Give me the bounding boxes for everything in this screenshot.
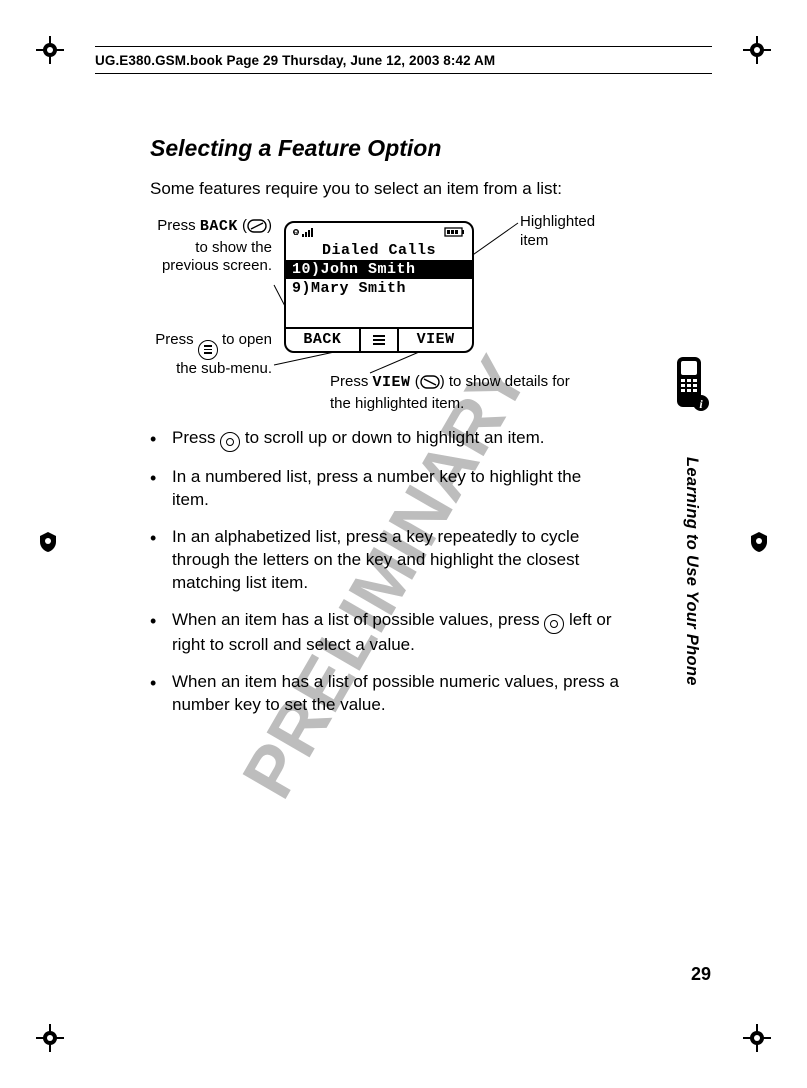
bullet-list: Press to scroll up or down to highlight … [150,427,620,717]
crop-mark-icon [743,36,771,64]
softkey-menu [361,329,399,351]
chapter-title: Learning to Use Your Phone [679,457,701,857]
svg-text:R: R [293,230,298,237]
section-title: Selecting a Feature Option [150,135,620,162]
book-info: UG.E380.GSM.book Page 29 Thursday, June … [95,53,495,68]
list-item: In an alphabetized list, press a key rep… [150,526,620,595]
list-item: When an item has a list of possible valu… [150,609,620,657]
registration-shield-icon [747,530,771,554]
list-item: When an item has a list of possible nume… [150,671,620,717]
crop-mark-icon [36,36,64,64]
list-item: In a numbered list, press a number key t… [150,466,620,512]
section-intro: Some features require you to select an i… [150,178,620,201]
menu-key-icon [198,340,218,360]
registration-shield-icon [36,530,60,554]
callout-view: Press VIEW () to show details for the hi… [330,373,590,414]
page-number: 29 [691,964,711,985]
softkey-view: VIEW [399,329,472,351]
softkey-back: BACK [286,329,361,351]
phone-icon: i [671,355,711,413]
crop-mark-icon [36,1024,64,1052]
content-area: Selecting a Feature Option Some features… [150,135,620,730]
page-header: UG.E380.GSM.book Page 29 Thursday, June … [95,46,712,74]
sidebar: i Learning to Use Your Phone 29 [669,355,711,985]
nav-key-icon [544,614,564,634]
callout-back: Press BACK () to show the previous scree… [152,217,272,276]
callout-highlighted: Highlighted item [520,213,620,251]
phone-list-row: 9)Mary Smith [286,279,472,298]
right-softkey-icon [420,375,440,395]
signal-icon: R [292,226,322,238]
phone-list-row-highlighted: 10)John Smith [286,260,472,279]
phone-title: Dialed Calls [286,241,472,260]
left-softkey-icon [247,219,267,239]
phone-display: R Dialed C [284,221,474,353]
list-item: Press to scroll up or down to highlight … [150,427,620,452]
battery-icon [444,226,466,238]
nav-key-icon [220,432,240,452]
crop-mark-icon [743,1024,771,1052]
figure: Press BACK () to show the previous scree… [150,213,620,413]
callout-menu: Press to open the sub-menu. [152,331,272,379]
